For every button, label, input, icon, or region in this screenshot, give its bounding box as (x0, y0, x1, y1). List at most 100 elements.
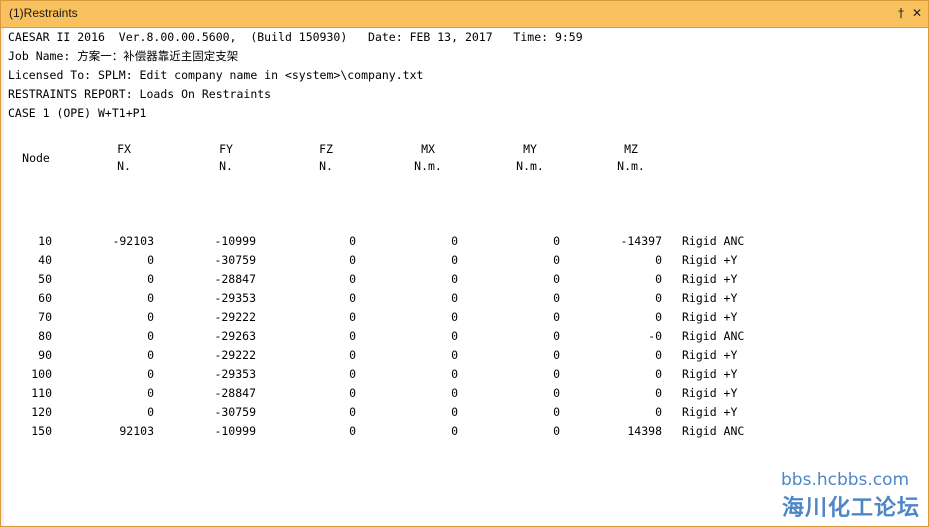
fz-cell: 0 (349, 386, 356, 400)
my-cell: 0 (553, 405, 560, 419)
fz-cell: 0 (349, 405, 356, 419)
my-cell: 0 (553, 348, 560, 362)
title-bar[interactable]: (1)Restraints † ✕ (1, 1, 928, 28)
my-cell: 0 (553, 329, 560, 343)
fx-cell: 0 (147, 348, 154, 362)
my-unit: N.m. (516, 159, 544, 173)
node-cell: 150 (31, 424, 52, 438)
fx-cell: 0 (147, 291, 154, 305)
my-cell: 0 (553, 253, 560, 267)
fx-cell: 92103 (119, 424, 154, 438)
my-cell: 0 (553, 424, 560, 438)
load-case-line: CASE 1 (OPE) W+T1+P1 (8, 106, 147, 120)
fy-column-header: FY (219, 142, 233, 156)
my-cell: 0 (553, 272, 560, 286)
mx-cell: 0 (451, 386, 458, 400)
fy-unit: N. (219, 159, 233, 173)
node-cell: 60 (38, 291, 52, 305)
restraint-type-cell: Rigid +Y (682, 310, 738, 324)
fz-cell: 0 (349, 424, 356, 438)
my-column-header: MY (523, 142, 537, 156)
fz-cell: 0 (349, 253, 356, 267)
fx-cell: 0 (147, 386, 154, 400)
mz-cell: 0 (655, 253, 662, 267)
license-line: Licensed To: SPLM: Edit company name in … (8, 68, 424, 82)
fy-cell: -10999 (214, 234, 256, 248)
fz-cell: 0 (349, 291, 356, 305)
watermark-forum-name: 海川化工论坛 (782, 496, 921, 521)
report-header-line: CAESAR II 2016 Ver.8.00.00.5600, (Build … (8, 30, 583, 44)
my-cell: 0 (553, 367, 560, 381)
mx-cell: 0 (451, 405, 458, 419)
mz-cell: 0 (655, 272, 662, 286)
mz-cell: 0 (655, 386, 662, 400)
fy-cell: -30759 (214, 253, 256, 267)
node-cell: 40 (38, 253, 52, 267)
mz-unit: N.m. (617, 159, 645, 173)
window-title: (1)Restraints (9, 6, 78, 20)
fx-cell: 0 (147, 405, 154, 419)
mx-cell: 0 (451, 367, 458, 381)
my-cell: 0 (553, 291, 560, 305)
fz-column-header: FZ (319, 142, 333, 156)
mz-column-header: MZ (624, 142, 638, 156)
mx-column-header: MX (421, 142, 435, 156)
node-cell: 70 (38, 310, 52, 324)
fy-cell: -29353 (214, 291, 256, 305)
fz-cell: 0 (349, 348, 356, 362)
node-cell: 10 (38, 234, 52, 248)
fy-cell: -29263 (214, 329, 256, 343)
my-cell: 0 (553, 386, 560, 400)
fz-cell: 0 (349, 234, 356, 248)
fx-column-header: FX (117, 142, 131, 156)
restraint-type-cell: Rigid +Y (682, 272, 738, 286)
fx-cell: 0 (147, 310, 154, 324)
mx-cell: 0 (451, 424, 458, 438)
fz-cell: 0 (349, 367, 356, 381)
restraint-type-cell: Rigid +Y (682, 405, 738, 419)
mx-cell: 0 (451, 291, 458, 305)
mz-cell: 0 (655, 291, 662, 305)
mz-cell: 0 (655, 310, 662, 324)
fy-cell: -10999 (214, 424, 256, 438)
mx-cell: 0 (451, 272, 458, 286)
node-cell: 100 (31, 367, 52, 381)
mz-cell: 0 (655, 405, 662, 419)
fy-cell: -28847 (214, 272, 256, 286)
fx-cell: 0 (147, 367, 154, 381)
restraint-type-cell: Rigid +Y (682, 386, 738, 400)
fx-cell: 0 (147, 253, 154, 267)
job-name-line: Job Name: 方案一：补偿器靠近主固定支架 (8, 49, 239, 63)
restraint-type-cell: Rigid +Y (682, 291, 738, 305)
restraint-type-cell: Rigid +Y (682, 367, 738, 381)
report-title-line: RESTRAINTS REPORT: Loads On Restraints (8, 87, 272, 101)
my-cell: 0 (553, 310, 560, 324)
mz-cell: -0 (648, 329, 662, 343)
mx-cell: 0 (451, 234, 458, 248)
restraints-window: (1)Restraints † ✕ CAESAR II 2016 Ver.8.0… (0, 0, 929, 527)
close-icon[interactable]: ✕ (909, 5, 925, 21)
fz-cell: 0 (349, 310, 356, 324)
fz-cell: 0 (349, 329, 356, 343)
mx-cell: 0 (451, 348, 458, 362)
fx-cell: 0 (147, 329, 154, 343)
mz-cell: -14397 (620, 234, 662, 248)
fy-cell: -29222 (214, 310, 256, 324)
fy-cell: -29353 (214, 367, 256, 381)
pin-icon[interactable]: † (893, 5, 909, 21)
node-cell: 120 (31, 405, 52, 419)
mz-cell: 0 (655, 348, 662, 362)
mz-cell: 0 (655, 367, 662, 381)
fx-unit: N. (117, 159, 131, 173)
fy-cell: -29222 (214, 348, 256, 362)
watermark-url: bbs.hcbbs.com (781, 470, 910, 490)
node-column-header: Node (22, 151, 50, 165)
node-cell: 80 (38, 329, 52, 343)
node-cell: 90 (38, 348, 52, 362)
mx-cell: 0 (451, 310, 458, 324)
mx-unit: N.m. (414, 159, 442, 173)
fy-cell: -30759 (214, 405, 256, 419)
mx-cell: 0 (451, 253, 458, 267)
mz-cell: 14398 (627, 424, 662, 438)
mx-cell: 0 (451, 329, 458, 343)
